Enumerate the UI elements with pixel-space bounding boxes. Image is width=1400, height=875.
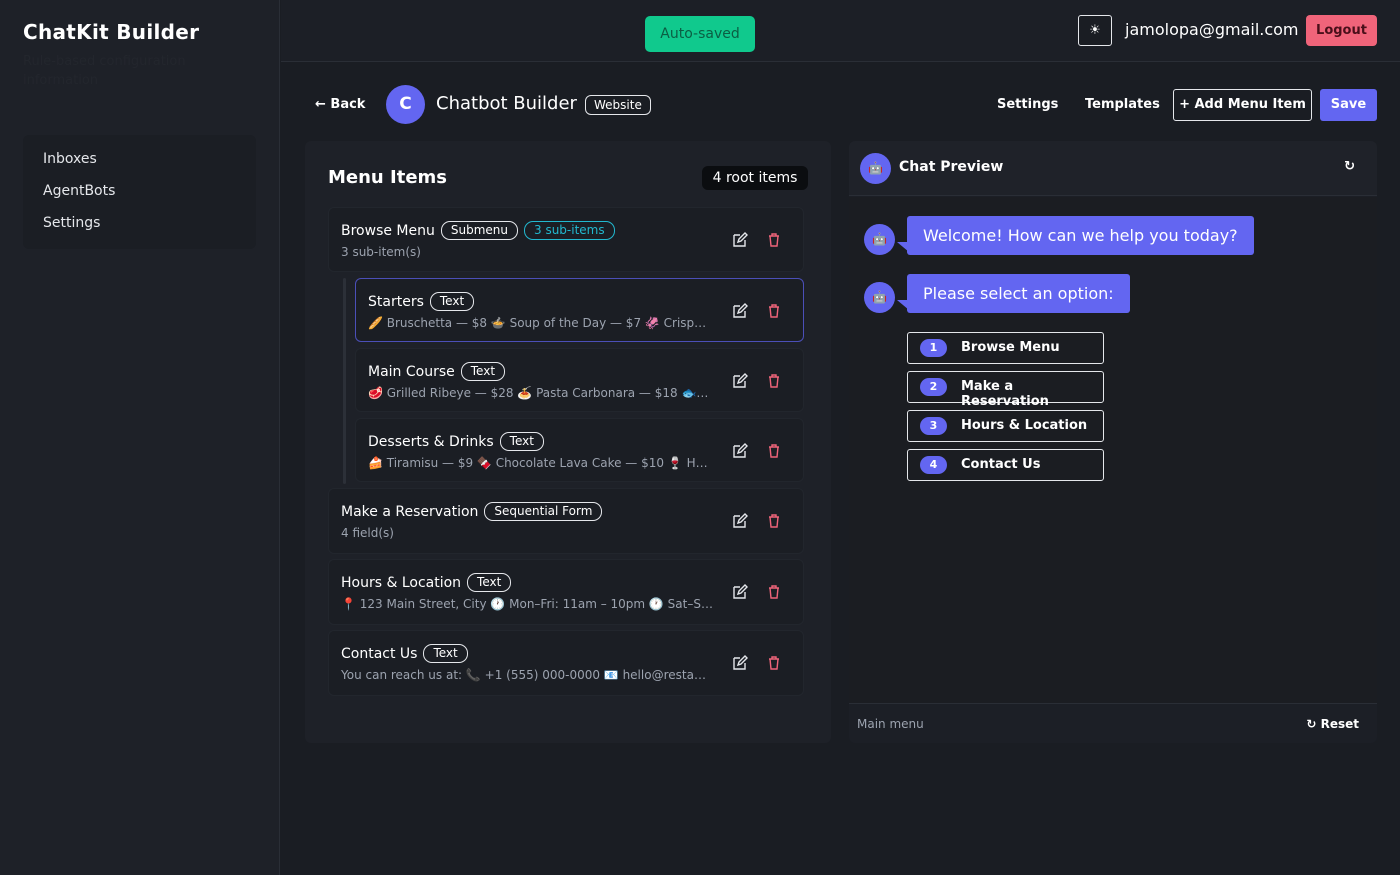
menu-item-contact-us[interactable]: Contact Us Text You can reach us at: 📞 +1…: [328, 630, 804, 696]
edit-icon[interactable]: [732, 373, 748, 389]
edit-icon[interactable]: [732, 655, 748, 671]
delete-icon[interactable]: [766, 443, 782, 459]
type-badge: Sequential Form: [484, 502, 603, 521]
save-button[interactable]: Save: [1320, 89, 1377, 121]
user-email: jamolopa@gmail.com: [1125, 20, 1299, 39]
delete-icon[interactable]: [766, 584, 782, 600]
settings-button[interactable]: Settings: [997, 97, 1058, 112]
option-number: 4: [920, 456, 947, 474]
logout-button[interactable]: Logout: [1306, 15, 1377, 46]
edit-icon[interactable]: [732, 232, 748, 248]
type-badge: Text: [467, 573, 512, 592]
sub-item-description: 🍰 Tiramisu — $9 🍫 Chocolate Lava Cake — …: [368, 456, 710, 470]
app-subtitle: Rule-based configuration information: [23, 54, 186, 88]
option-label: Contact Us: [961, 457, 1041, 472]
menu-item-name: Browse Menu: [341, 223, 435, 239]
menu-items-title: Menu Items: [328, 167, 447, 188]
sidebar-item-agentbots[interactable]: AgentBots: [23, 180, 256, 212]
option-button-browse-menu[interactable]: 1 Browse Menu: [907, 332, 1104, 364]
sun-icon: ☀: [1089, 23, 1101, 38]
autosave-status-badge: Auto-saved: [645, 16, 755, 52]
delete-icon[interactable]: [766, 655, 782, 671]
option-number: 2: [920, 378, 947, 396]
app-title: ChatKit Builder: [23, 20, 200, 44]
back-button[interactable]: ← Back: [315, 97, 365, 112]
option-button-hours-location[interactable]: 3 Hours & Location: [907, 410, 1104, 442]
sub-item-desserts-drinks[interactable]: Desserts & Drinks Text 🍰 Tiramisu — $9 🍫 …: [355, 418, 804, 482]
sub-item-name: Main Course: [368, 364, 455, 380]
edit-icon[interactable]: [732, 443, 748, 459]
bot-icon: 🤖: [860, 153, 891, 184]
menu-item-name: Make a Reservation: [341, 504, 479, 520]
option-number: 3: [920, 417, 947, 435]
chat-preview-title: Chat Preview: [899, 159, 1004, 175]
edit-icon[interactable]: [732, 303, 748, 319]
sub-item-description: 🥖 Bruschetta — $8 🍲 Soup of the Day — $7…: [368, 316, 710, 330]
bot-message: Please select an option:: [907, 274, 1130, 313]
menu-item-hours-location[interactable]: Hours & Location Text 📍 123 Main Street, …: [328, 559, 804, 625]
type-badge: Text: [429, 292, 475, 311]
sub-item-main-course[interactable]: Main Course Text 🥩 Grilled Ribeye — $28 🍝…: [355, 348, 804, 412]
menu-item-make-reservation[interactable]: Make a Reservation Sequential Form 4 fiel…: [328, 488, 804, 554]
channel-badge: Website: [585, 95, 651, 115]
sub-item-description: 🥩 Grilled Ribeye — $28 🍝 Pasta Carbonara…: [368, 386, 710, 400]
delete-icon[interactable]: [766, 232, 782, 248]
sub-items-badge: 3 sub-items: [524, 221, 615, 240]
sub-item-name: Starters: [368, 294, 424, 310]
sidebar-nav: Inboxes AgentBots Settings: [23, 135, 256, 249]
sub-item-name: Desserts & Drinks: [368, 434, 494, 450]
delete-icon[interactable]: [766, 373, 782, 389]
bot-icon: 🤖: [864, 224, 895, 255]
edit-icon[interactable]: [732, 584, 748, 600]
edit-icon[interactable]: [732, 513, 748, 529]
option-button-contact-us[interactable]: 4 Contact Us: [907, 449, 1104, 481]
avatar: C: [386, 85, 425, 124]
current-state-label: Main menu: [857, 717, 924, 731]
menu-item-name: Contact Us: [341, 646, 418, 662]
sidebar-item-inboxes[interactable]: Inboxes: [23, 148, 256, 180]
menu-item-description: 3 sub-item(s): [341, 245, 421, 259]
reset-button[interactable]: ↻ Reset: [1306, 717, 1359, 731]
type-badge: Submenu: [440, 221, 518, 240]
theme-toggle-button[interactable]: ☀: [1078, 15, 1112, 46]
root-items-count-badge: 4 root items: [702, 166, 808, 190]
chat-preview-header: 🤖 Chat Preview ↻: [849, 141, 1377, 196]
menu-item-description: 4 field(s): [341, 526, 394, 540]
menu-item-description: You can reach us at: 📞 +1 (555) 000-0000…: [341, 668, 713, 682]
menu-item-name: Hours & Location: [341, 575, 462, 591]
type-badge: Text: [499, 432, 544, 451]
sidebar-item-settings[interactable]: Settings: [23, 212, 256, 244]
option-number: 1: [920, 339, 947, 357]
chat-messages: 🤖 Welcome! How can we help you today? 🤖 …: [849, 197, 1377, 703]
type-badge: Text: [423, 644, 468, 663]
menu-item-description: 📍 123 Main Street, City 🕐 Mon–Fri: 11am …: [341, 597, 713, 611]
page-title: Chatbot Builder: [436, 93, 577, 114]
sub-item-starters[interactable]: Starters Text 🥖 Bruschetta — $8 🍲 Soup of…: [355, 278, 804, 342]
chat-preview-footer: Main menu ↻ Reset: [849, 703, 1377, 743]
bot-message: Welcome! How can we help you today?: [907, 216, 1254, 255]
submenu-rail: [343, 278, 346, 484]
chat-preview-panel: 🤖 Chat Preview ↻ 🤖 Welcome! How can we h…: [849, 141, 1377, 743]
templates-button[interactable]: Templates: [1085, 97, 1160, 112]
bot-icon: 🤖: [864, 282, 895, 313]
option-button-make-reservation[interactable]: 2 Make a Reservation: [907, 371, 1104, 409]
option-label: Make a Reservation: [961, 379, 1049, 409]
type-badge: Text: [460, 362, 506, 381]
refresh-icon[interactable]: ↻: [1344, 159, 1355, 174]
option-label: Hours & Location: [961, 418, 1088, 433]
menu-item-browse-menu[interactable]: Browse Menu Submenu 3 sub-items 3 sub-item…: [328, 207, 804, 272]
delete-icon[interactable]: [766, 513, 782, 529]
option-label: Browse Menu: [961, 340, 1060, 355]
add-menu-item-button[interactable]: + Add Menu Item: [1173, 89, 1312, 121]
delete-icon[interactable]: [766, 303, 782, 319]
sidebar: ChatKit Builder Rule-based configuration…: [0, 0, 280, 875]
